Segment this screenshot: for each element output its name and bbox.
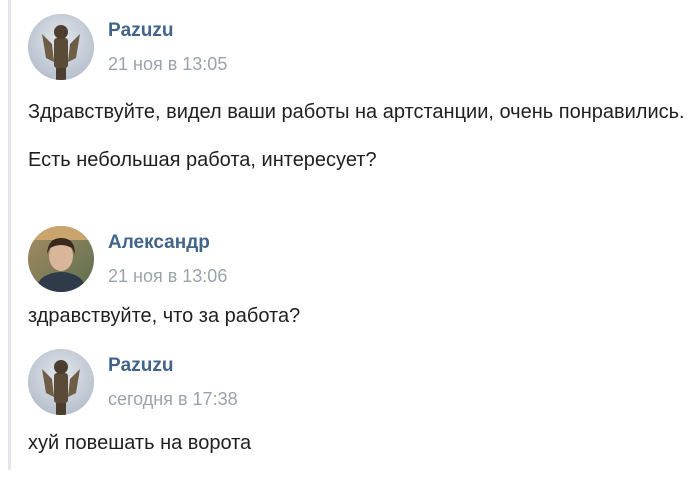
- message-header: Александр 21 ноя в 13:06: [28, 226, 688, 296]
- author-name[interactable]: Александр: [108, 232, 210, 254]
- thread-divider: [8, 0, 11, 470]
- person-photo-avatar-image: [28, 226, 94, 292]
- message-item: Pazuzu сегодня в 17:38 хуй повешать на в…: [28, 349, 688, 461]
- message-thread: Pazuzu 21 ноя в 13:05 Здравствуйте, виде…: [0, 0, 700, 495]
- avatar[interactable]: [28, 14, 94, 80]
- author-name[interactable]: Pazuzu: [108, 20, 173, 42]
- message-timestamp[interactable]: сегодня в 17:38: [108, 389, 238, 410]
- statue-avatar-image: [28, 14, 94, 80]
- avatar[interactable]: [28, 226, 94, 292]
- message-text: здравствуйте, что за работа?: [28, 305, 301, 327]
- message-item: Александр 21 ноя в 13:06 здравствуйте, ч…: [28, 226, 688, 334]
- message-text: Есть небольшая работа, интересует?: [28, 149, 377, 171]
- message-text: хуй повешать на ворота: [28, 432, 252, 454]
- avatar[interactable]: [28, 349, 94, 415]
- message-timestamp[interactable]: 21 ноя в 13:06: [108, 266, 227, 287]
- statue-avatar-image: [28, 349, 94, 415]
- message-timestamp[interactable]: 21 ноя в 13:05: [108, 54, 227, 75]
- message-header: Pazuzu сегодня в 17:38: [28, 349, 688, 419]
- message-item: Pazuzu 21 ноя в 13:05 Здравствуйте, виде…: [28, 14, 688, 178]
- message-header: Pazuzu 21 ноя в 13:05: [28, 14, 688, 84]
- author-name[interactable]: Pazuzu: [108, 355, 173, 377]
- message-text: Здравствуйте, видел ваши работы на артст…: [28, 101, 685, 123]
